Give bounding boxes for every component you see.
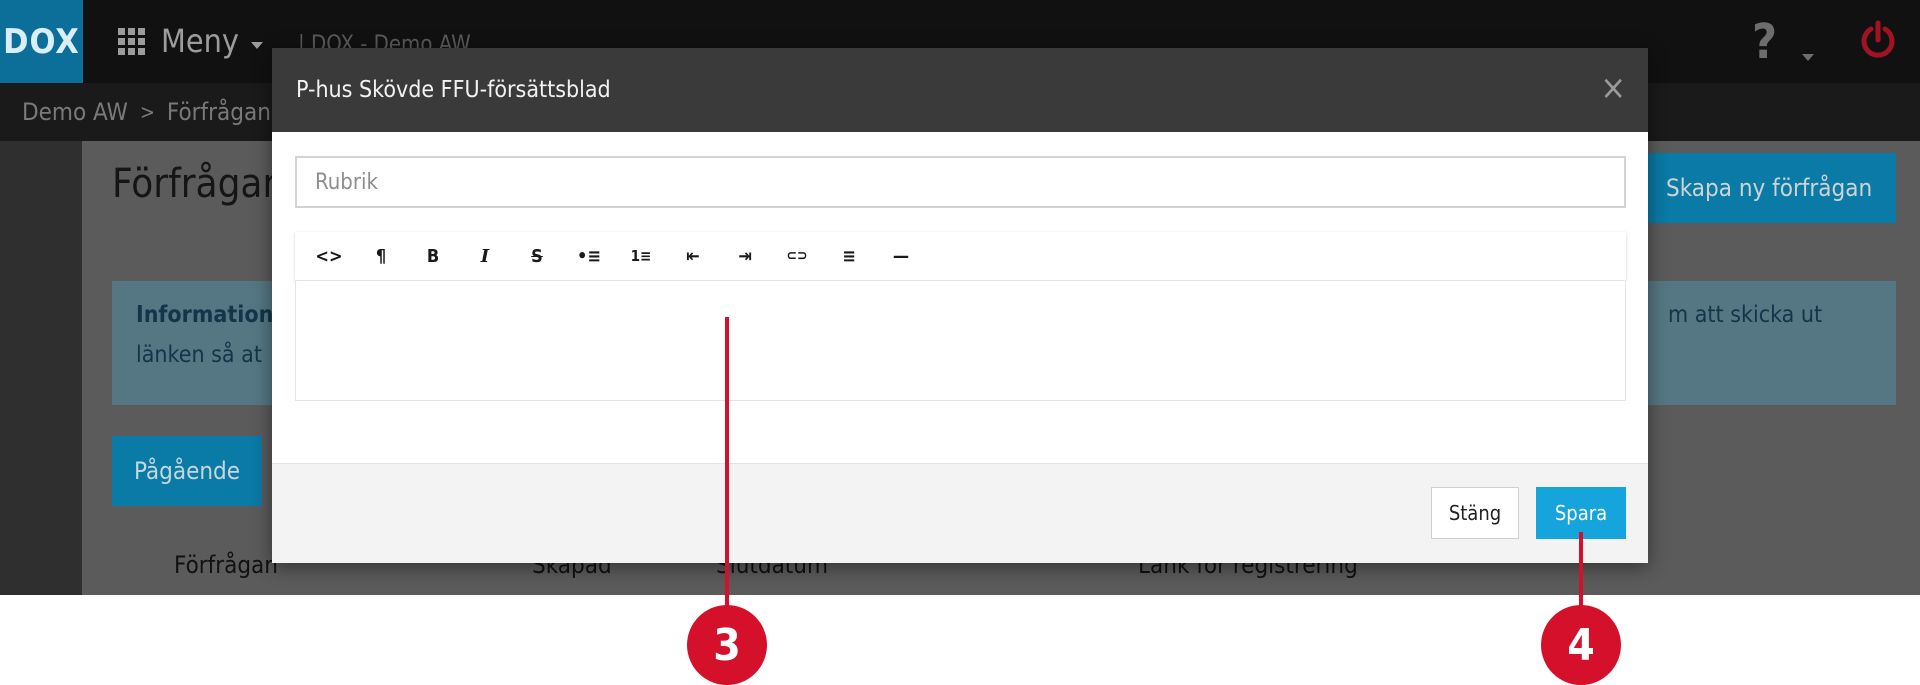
page-title: Förfrågan (112, 161, 286, 207)
link-icon[interactable]: ⊂⊃ (771, 236, 823, 276)
horizontal-rule-icon[interactable]: — (875, 236, 927, 276)
heading-input[interactable] (295, 156, 1626, 208)
column-header-request[interactable]: Förfrågan (174, 551, 278, 579)
tab-ongoing[interactable]: Pågående (112, 436, 262, 506)
info-label: Information: (136, 302, 282, 328)
callout-badge-editor: 3 (687, 605, 767, 685)
italic-icon[interactable]: I (459, 236, 511, 276)
menu-button[interactable]: Meny (118, 18, 263, 64)
callout-line-save (1579, 532, 1583, 610)
breadcrumb-root[interactable]: Demo AW (22, 98, 128, 126)
callout-line-editor (725, 317, 729, 607)
bullet-list-icon[interactable]: •≡ (563, 236, 615, 276)
editor-toolbar: <> ¶ B I S •≡ 1≡ ⇤ ⇥ ⊂⊃ ≡ — (295, 232, 1626, 280)
close-button[interactable]: Stäng (1431, 487, 1519, 539)
grid-menu-icon (118, 27, 145, 55)
chevron-right-icon: > (139, 100, 155, 124)
strikethrough-icon[interactable]: S (511, 236, 563, 276)
modal-title: P-hus Skövde FFU-försättsblad (296, 77, 611, 103)
caret-down-icon (1802, 54, 1814, 61)
dox-logo: DOX (0, 0, 83, 83)
breadcrumb-current: Förfrågan (166, 98, 271, 126)
modal-header: P-hus Skövde FFU-försättsblad × (272, 48, 1648, 132)
paragraph-icon[interactable]: ¶ (355, 236, 407, 276)
align-left-icon[interactable]: ≡ (823, 236, 875, 276)
modal-footer: Stäng Spara (272, 463, 1648, 563)
rich-text-editor[interactable] (295, 281, 1626, 401)
info-text-right: m att skicka ut (1668, 302, 1823, 328)
menu-label: Meny (161, 22, 239, 60)
caret-down-icon (250, 41, 263, 49)
indent-icon[interactable]: ⇥ (719, 236, 771, 276)
bold-icon[interactable]: B (407, 236, 459, 276)
outdent-icon[interactable]: ⇤ (667, 236, 719, 276)
power-icon[interactable] (1858, 20, 1898, 60)
code-icon[interactable]: <> (303, 236, 355, 276)
help-icon[interactable]: ? (1752, 14, 1777, 70)
close-icon[interactable]: × (1600, 68, 1626, 108)
edit-modal: P-hus Skövde FFU-försättsblad × <> ¶ B I… (272, 48, 1648, 563)
new-request-button[interactable]: Skapa ny förfrågan (1642, 153, 1896, 223)
callout-badge-save: 4 (1541, 605, 1621, 685)
numbered-list-icon[interactable]: 1≡ (615, 236, 667, 276)
